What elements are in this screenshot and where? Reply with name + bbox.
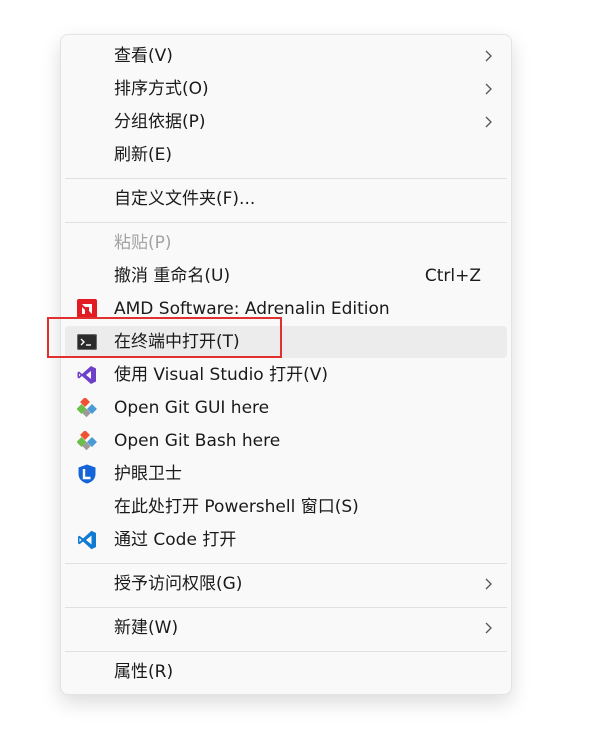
visual-studio-icon	[77, 366, 96, 384]
menu-item-label: 撤消 重命名(U)	[114, 266, 231, 286]
menu-item-open-visual-studio[interactable]: 使用 Visual Studio 打开(V)	[65, 359, 507, 391]
menu-separator	[65, 607, 507, 608]
menu-item-label: 护眼卫士	[114, 464, 182, 484]
menu-item-label: 查看(V)	[114, 46, 173, 66]
context-menu: 查看(V) 排序方式(O) 分组依据(P) 刷新(E) 自定义文件夹(F)...…	[60, 34, 512, 695]
menu-item-customize-folder[interactable]: 自定义文件夹(F)...	[65, 183, 507, 215]
git-bash-icon	[77, 431, 97, 451]
menu-item-open-git-gui[interactable]: Open Git GUI here	[65, 392, 507, 424]
menu-separator	[65, 651, 507, 652]
chevron-right-icon	[485, 578, 492, 590]
menu-item-undo-rename[interactable]: 撤消 重命名(U) Ctrl+Z	[65, 260, 507, 292]
menu-item-view[interactable]: 查看(V)	[65, 40, 507, 72]
menu-item-label: 刷新(E)	[114, 145, 173, 165]
menu-item-group[interactable]: 分组依据(P)	[65, 106, 507, 138]
menu-item-label: 在此处打开 Powershell 窗口(S)	[114, 497, 359, 517]
menu-item-label: 使用 Visual Studio 打开(V)	[114, 365, 329, 385]
shortcut-text: Ctrl+Z	[424, 266, 481, 286]
menu-item-paste: 粘贴(P)	[65, 227, 507, 259]
menu-item-refresh[interactable]: 刷新(E)	[65, 139, 507, 171]
menu-item-label: 排序方式(O)	[114, 79, 209, 99]
annotation-highlight-box	[47, 317, 282, 358]
git-gui-icon	[77, 398, 97, 418]
menu-item-open-git-bash[interactable]: Open Git Bash here	[65, 425, 507, 457]
menu-item-new[interactable]: 新建(W)	[65, 612, 507, 644]
menu-item-grant-access[interactable]: 授予访问权限(G)	[65, 568, 507, 600]
menu-item-label: 自定义文件夹(F)...	[114, 189, 256, 209]
menu-separator	[65, 178, 507, 179]
menu-item-label: Open Git GUI here	[114, 398, 270, 418]
menu-item-open-with-code[interactable]: 通过 Code 打开	[65, 524, 507, 556]
menu-separator	[65, 563, 507, 564]
vscode-icon	[78, 530, 96, 550]
menu-item-label: 新建(W)	[114, 618, 179, 638]
menu-item-open-powershell[interactable]: 在此处打开 Powershell 窗口(S)	[65, 491, 507, 523]
menu-item-label: Open Git Bash here	[114, 431, 281, 451]
chevron-right-icon	[485, 116, 492, 128]
menu-item-eye-guard[interactable]: 护眼卫士	[65, 458, 507, 490]
menu-item-label: 授予访问权限(G)	[114, 574, 243, 594]
chevron-right-icon	[485, 622, 492, 634]
amd-logo-icon	[77, 299, 97, 319]
menu-item-sort[interactable]: 排序方式(O)	[65, 73, 507, 105]
menu-item-properties[interactable]: 属性(R)	[65, 656, 507, 688]
menu-item-label: 粘贴(P)	[114, 233, 172, 253]
menu-item-label: 分组依据(P)	[114, 112, 206, 132]
menu-item-label: 属性(R)	[114, 662, 174, 682]
chevron-right-icon	[485, 50, 492, 62]
eye-guard-shield-icon	[78, 464, 96, 484]
menu-separator	[65, 222, 507, 223]
chevron-right-icon	[485, 83, 492, 95]
menu-item-label: 通过 Code 打开	[114, 530, 237, 550]
